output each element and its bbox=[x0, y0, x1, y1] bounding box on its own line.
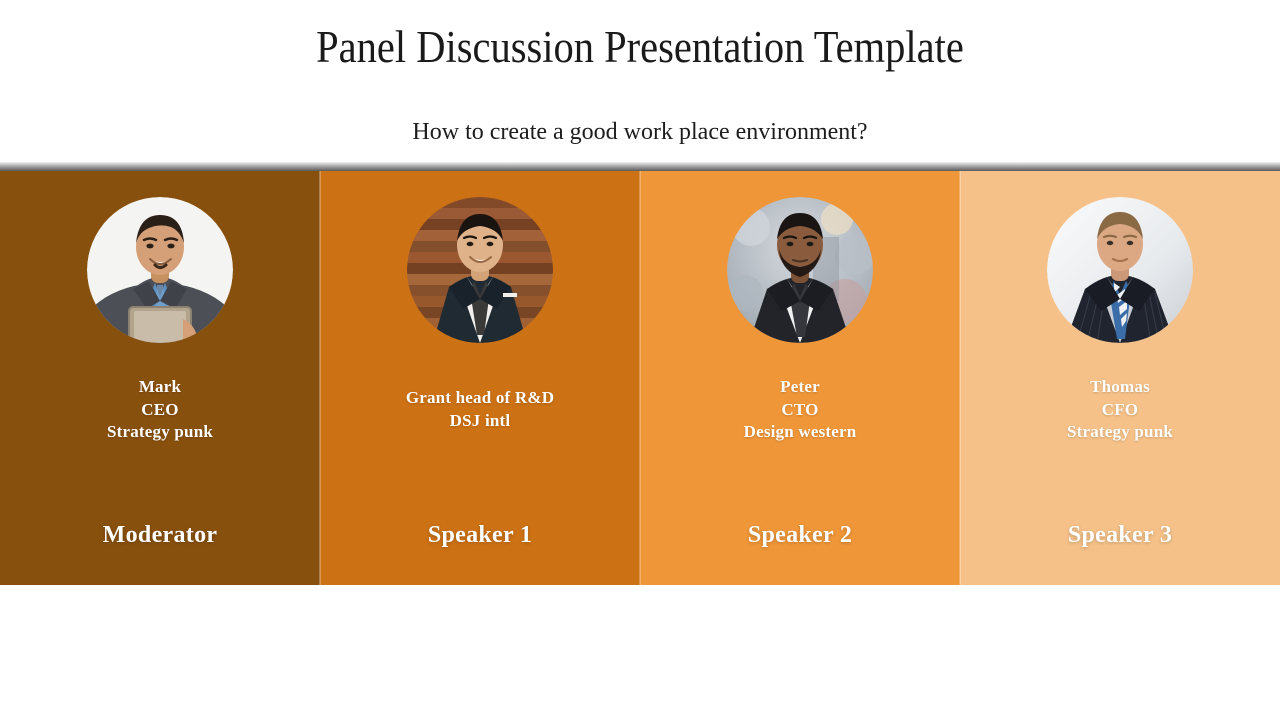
person-line: CFO bbox=[1101, 399, 1139, 419]
band-top-shadow bbox=[0, 162, 1280, 171]
panel-role-label: Speaker 1 bbox=[427, 522, 533, 548]
page-title: Panel Discussion Presentation Template bbox=[316, 22, 964, 72]
avatar bbox=[727, 197, 873, 343]
panel-person-info: Thomas CFO Strategy punk bbox=[970, 376, 1270, 444]
avatar bbox=[1047, 197, 1193, 343]
person-line: Strategy punk bbox=[106, 422, 214, 441]
avatar-photo-mark bbox=[87, 197, 233, 343]
panel-moderator[interactable]: Mark CEO Strategy punk Moderator bbox=[0, 171, 366, 585]
panel-speaker-1[interactable]: Grant head of R&D DSJ intl Speaker 1 bbox=[319, 171, 686, 585]
panel-speaker-3[interactable]: Thomas CFO Strategy punk Speaker 3 bbox=[959, 171, 1280, 585]
avatar bbox=[407, 197, 553, 343]
panel-speaker-2[interactable]: Peter CTO Design western Speaker 2 bbox=[639, 171, 1006, 585]
avatar bbox=[87, 197, 233, 343]
panel-person-info: Mark CEO Strategy punk bbox=[10, 376, 310, 444]
panel-person-info: Peter CTO Design western bbox=[650, 376, 950, 444]
person-line: Peter bbox=[780, 377, 820, 396]
person-line: DSJ intl bbox=[449, 410, 511, 430]
person-line: Strategy punk bbox=[1066, 422, 1174, 441]
panel-role-label: Speaker 3 bbox=[1067, 522, 1173, 548]
avatar-photo-thomas bbox=[1047, 197, 1193, 343]
panel-role-label: Moderator bbox=[102, 522, 218, 548]
panel-role-label: Speaker 2 bbox=[747, 522, 853, 548]
slide-header: Panel Discussion Presentation Template H… bbox=[0, 0, 1280, 162]
person-line: Thomas bbox=[1090, 377, 1150, 396]
person-line: Mark bbox=[138, 377, 182, 396]
page-subtitle: How to create a good work place environm… bbox=[412, 119, 868, 145]
person-line: Grant head of R&D bbox=[405, 388, 555, 407]
panel-person-info: Grant head of R&D DSJ intl bbox=[330, 387, 630, 432]
person-line: CEO bbox=[141, 399, 179, 419]
person-line: Design western bbox=[743, 422, 857, 441]
person-line: CTO bbox=[781, 399, 819, 419]
avatar-photo-grant bbox=[407, 197, 553, 343]
panel-band: Mark CEO Strategy punk Moderator Grant h… bbox=[0, 162, 1280, 585]
avatar-photo-peter bbox=[727, 197, 873, 343]
